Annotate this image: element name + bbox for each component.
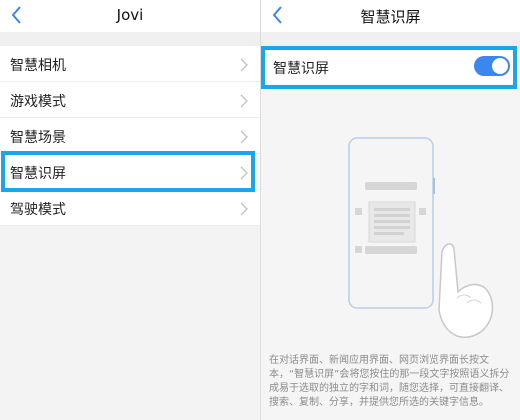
chevron-right-icon <box>238 129 250 144</box>
menu-item-label: 驾驶模式 <box>10 202 66 218</box>
smart-screen-recognition-screen: 智慧识屏 智慧识屏 在对话界面、新闻应用界面、网页浏览界面长按文本，“智慧识屏”… <box>261 0 520 420</box>
phone-long-press-illustration <box>348 137 494 338</box>
menu-item-game-mode[interactable]: 游戏模式 <box>0 82 260 118</box>
feature-description: 在对话界面、新闻应用界面、网页浏览界面长按文本，“智慧识屏”会将您按住的那一段文… <box>269 355 510 408</box>
jovi-screen: Jovi 智慧相机 游戏模式 智慧场景 智慧识屏 驾驶模式 <box>0 0 260 420</box>
chevron-right-icon <box>238 57 250 72</box>
page-title: 智慧识屏 <box>360 8 421 26</box>
chevron-right-icon <box>238 201 250 216</box>
setting-row-smart-screen-recognition: 智慧识屏 <box>261 50 520 84</box>
section-gap <box>0 32 260 46</box>
smart-screen-recognition-toggle[interactable] <box>474 56 510 76</box>
section-gap <box>261 32 520 46</box>
chevron-right-icon <box>238 93 250 108</box>
menu-item-smart-screen-recognition[interactable]: 智慧识屏 <box>0 154 260 190</box>
top-bar: 智慧识屏 <box>261 0 520 32</box>
menu-item-smart-camera[interactable]: 智慧相机 <box>0 46 260 82</box>
chevron-right-icon <box>238 165 250 180</box>
menu-item-label: 智慧识屏 <box>10 166 66 182</box>
menu-item-label: 智慧相机 <box>10 58 66 74</box>
menu-item-smart-scene[interactable]: 智慧场景 <box>0 118 260 154</box>
top-bar: Jovi <box>0 0 260 32</box>
menu-item-label: 游戏模式 <box>10 94 66 110</box>
toggle-knob <box>492 58 508 74</box>
menu-item-driving-mode[interactable]: 驾驶模式 <box>0 190 260 226</box>
setting-label: 智慧识屏 <box>273 61 329 77</box>
page-title: Jovi <box>116 6 144 24</box>
feature-illustration <box>261 96 520 346</box>
jovi-menu: 智慧相机 游戏模式 智慧场景 智慧识屏 驾驶模式 <box>0 46 260 226</box>
menu-item-label: 智慧场景 <box>10 130 66 146</box>
